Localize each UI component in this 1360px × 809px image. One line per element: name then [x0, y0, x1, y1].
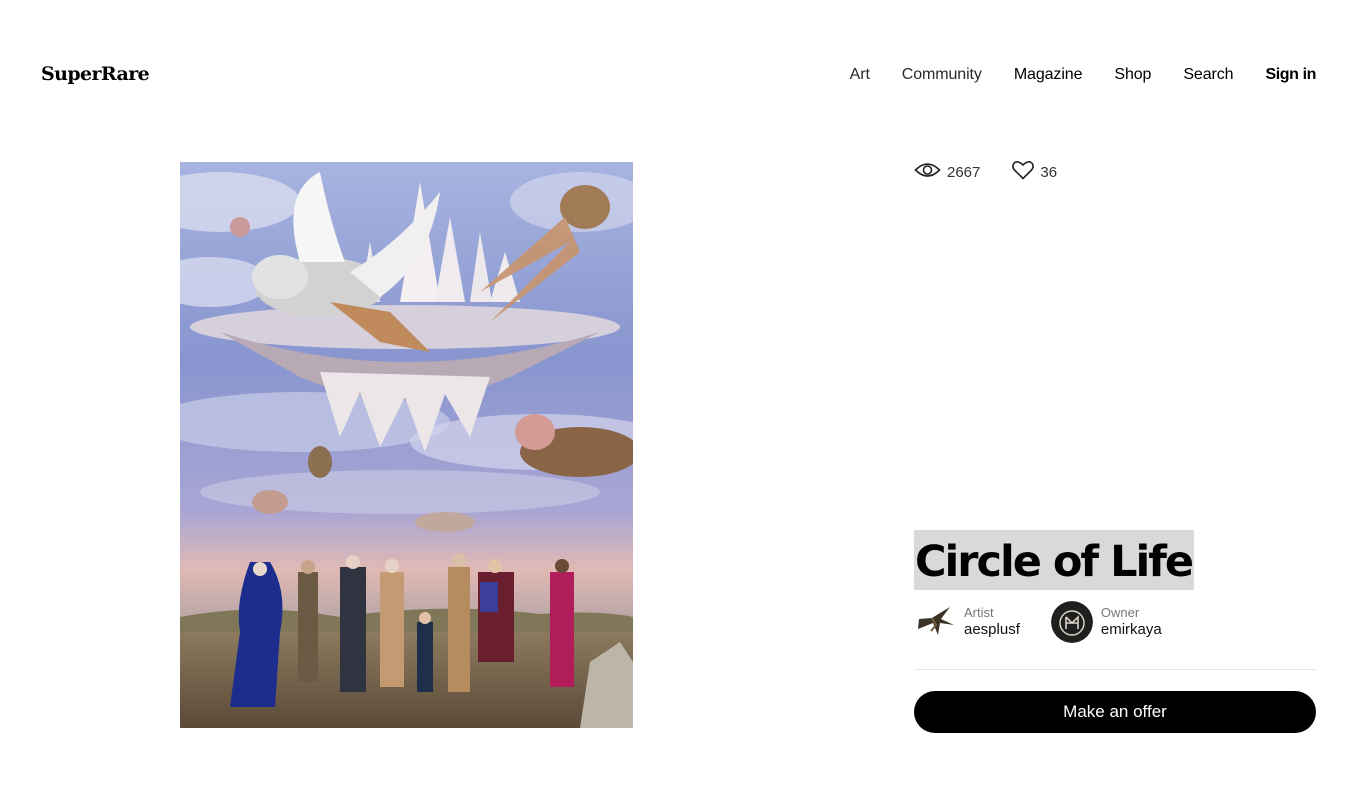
divider: [914, 669, 1316, 670]
nav-shop[interactable]: Shop: [1114, 66, 1151, 84]
likes-count: 36: [1040, 163, 1058, 181]
views-stat: 2667: [914, 161, 980, 183]
likes-stat[interactable]: 36: [1012, 160, 1057, 184]
artist-text: Artist aesplusf: [964, 605, 1020, 639]
artwork-title: Circle of Life: [914, 530, 1194, 590]
owner-role-label: Owner: [1100, 605, 1140, 620]
artwork-stats: 2667 36: [914, 160, 1089, 184]
owner-card[interactable]: Owner emirkaya: [1050, 601, 1162, 643]
owner-text: Owner emirkaya: [1101, 605, 1162, 639]
artist-role-label: Artist: [964, 605, 994, 620]
owner-avatar[interactable]: [1050, 601, 1093, 643]
site-header: SuperRare Art Community Magazine Shop Se…: [0, 0, 1360, 150]
artist-avatar[interactable]: [914, 601, 956, 643]
make-offer-button[interactable]: Make an offer: [914, 691, 1316, 733]
title-wrap: Circle of Life: [914, 530, 1194, 590]
nav-magazine[interactable]: Magazine: [1014, 66, 1083, 84]
nav-search[interactable]: Search: [1183, 66, 1233, 84]
nav-art[interactable]: Art: [850, 66, 870, 84]
main-nav: Art Community Magazine Shop Search Sign …: [818, 66, 1317, 84]
artist-owner-row: Artist aesplusf Owner emirkaya: [914, 601, 1193, 643]
views-count: 2667: [947, 163, 981, 181]
nav-community[interactable]: Community: [902, 66, 982, 84]
owner-handle[interactable]: emirkaya: [1101, 621, 1162, 639]
superrare-logo[interactable]: SuperRare: [41, 63, 150, 85]
artwork-illustration: [180, 162, 633, 728]
sign-in-link[interactable]: Sign in: [1265, 66, 1316, 84]
artist-card[interactable]: Artist aesplusf: [914, 601, 1020, 643]
eye-icon: [914, 161, 947, 183]
heart-icon[interactable]: [1012, 160, 1040, 184]
artwork-image[interactable]: [180, 162, 633, 728]
artist-handle[interactable]: aesplusf: [964, 621, 1020, 639]
